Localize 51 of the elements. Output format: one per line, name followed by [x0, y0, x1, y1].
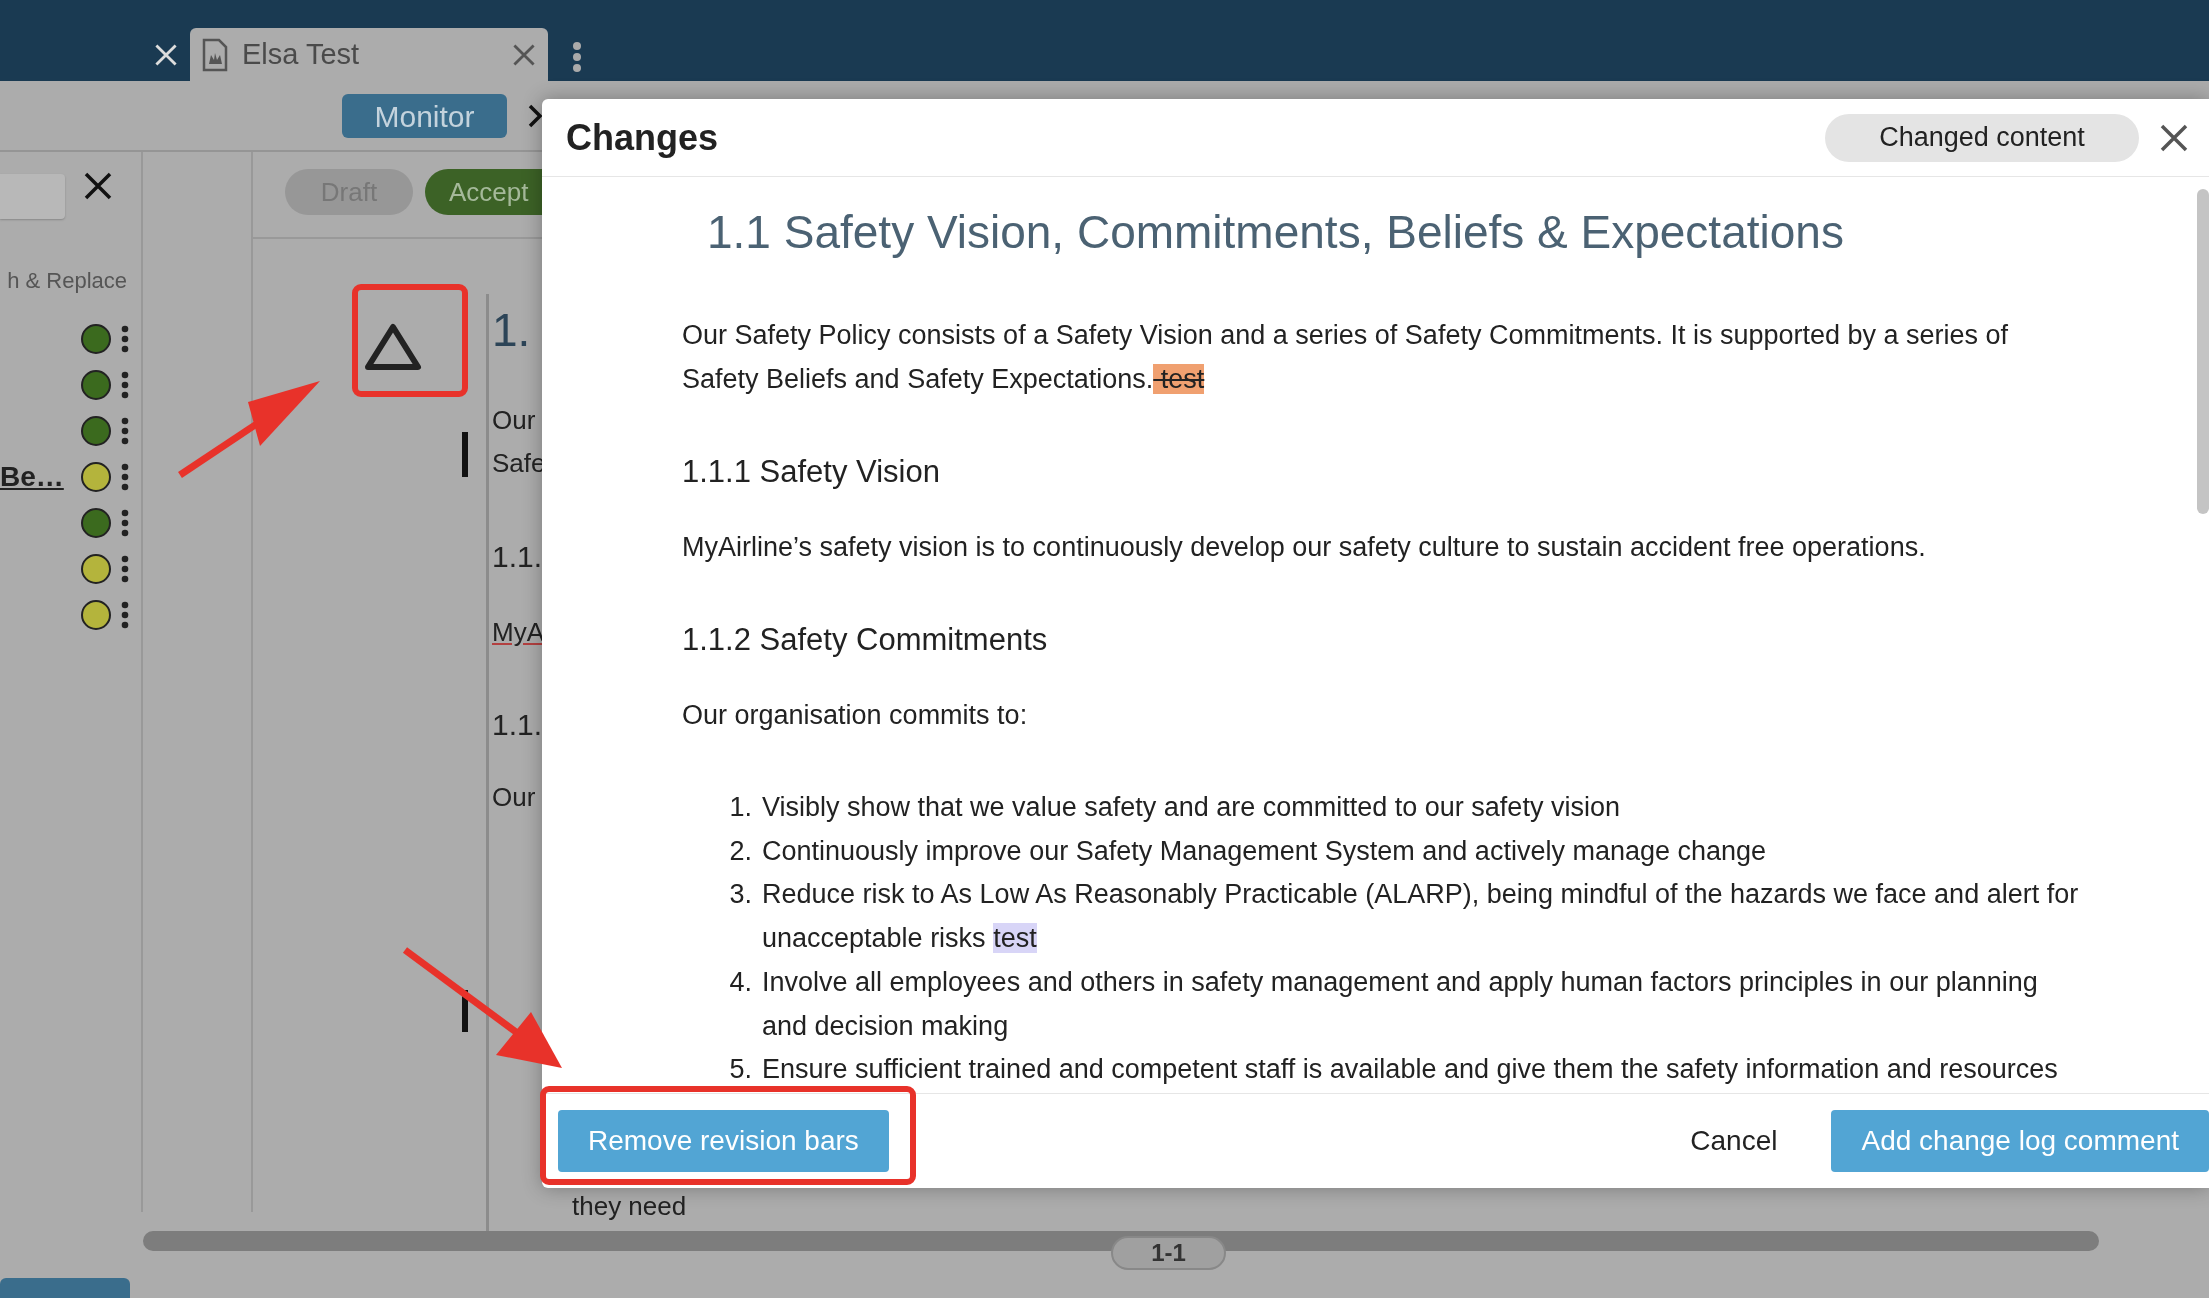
document-text: they need [571, 1190, 687, 1223]
filter-button[interactable]: Changed content [1825, 113, 2139, 162]
revision-bar [462, 990, 468, 1032]
button[interactable]: Cancel [1660, 1110, 1808, 1172]
dialog-title: Changes [566, 115, 719, 160]
chevron-right-icon [527, 102, 543, 129]
list-item-text: Ensure sufficient trained and competent staff is available and give them the safety information and resources [762, 1053, 2058, 1087]
close-icon[interactable] [2159, 122, 2189, 153]
list-number: 2. [728, 834, 753, 868]
workflow-stage-button[interactable]: Monitor [342, 93, 507, 138]
document-text: 1.1. [492, 539, 544, 575]
more-icon[interactable] [121, 370, 129, 399]
list-item-text: Reduce risk to As Low As Reasonably Practicable (ALARP), being mindful of the hazards we face and alert for unacceptable risks test [762, 878, 2080, 956]
more-icon[interactable] [121, 600, 129, 629]
list-number: 4. [728, 965, 753, 999]
list-item-text: Involve all employees and others in safety management and apply human factors principles in our planning and decision making [762, 965, 2039, 1043]
list-item-text: Visibly show that we value safety and are committed to our safety vision [762, 791, 1620, 824]
list-number: 5. [728, 1053, 753, 1087]
scrollbar[interactable] [2197, 189, 2209, 514]
section-heading: 1.1 Safety Vision, Commitments, Beliefs & Expectations [707, 205, 1845, 260]
revision-bar [462, 432, 468, 477]
list-item-text: Continuously improve our Safety Management System and actively manage change [762, 834, 1767, 868]
more-icon[interactable] [572, 42, 582, 72]
more-icon[interactable] [121, 462, 129, 491]
more-icon[interactable] [121, 508, 129, 537]
more-icon[interactable] [121, 554, 129, 583]
list-number: 1. [728, 791, 753, 824]
document-text: Safe [492, 447, 547, 480]
more-icon[interactable] [121, 324, 129, 353]
more-icon[interactable] [121, 416, 129, 445]
paragraph: Our Safety Policy consists of a Safety Vision and a series of Safety Commitments. It is supported by a series of Safety Beliefs and Safety Expectations. test [682, 319, 2010, 396]
triangle-icon[interactable] [363, 322, 423, 372]
document-text: 1. [492, 303, 532, 358]
list-number: 3. [728, 878, 753, 912]
close-icon[interactable] [83, 170, 113, 201]
page-indicator: 1-1 [1111, 1236, 1226, 1270]
document-text: 1.1. [492, 707, 544, 743]
document-text: Our [492, 404, 537, 437]
document-text: Our [492, 781, 537, 814]
button[interactable]: Add change log comment [1831, 1110, 2209, 1172]
item-label[interactable]: Be… [0, 455, 64, 498]
search-field[interactable] [0, 174, 65, 219]
browser-tab[interactable]: Elsa Test [190, 28, 548, 81]
subheading: 1.1.2 Safety Commitments [682, 621, 1049, 659]
section-label: h & Replace [6, 267, 127, 295]
subheading: 1.1.1 Safety Vision [682, 453, 941, 491]
status-pill[interactable]: Accept [425, 169, 545, 215]
paragraph: Our organisation commits to: [682, 699, 1029, 732]
button[interactable]: Remove revision bars [558, 1110, 889, 1172]
document-icon [202, 37, 228, 72]
paragraph: MyAirline’s safety vision is to continuously develop our safety culture to sustain accident free operations. [682, 531, 1927, 564]
